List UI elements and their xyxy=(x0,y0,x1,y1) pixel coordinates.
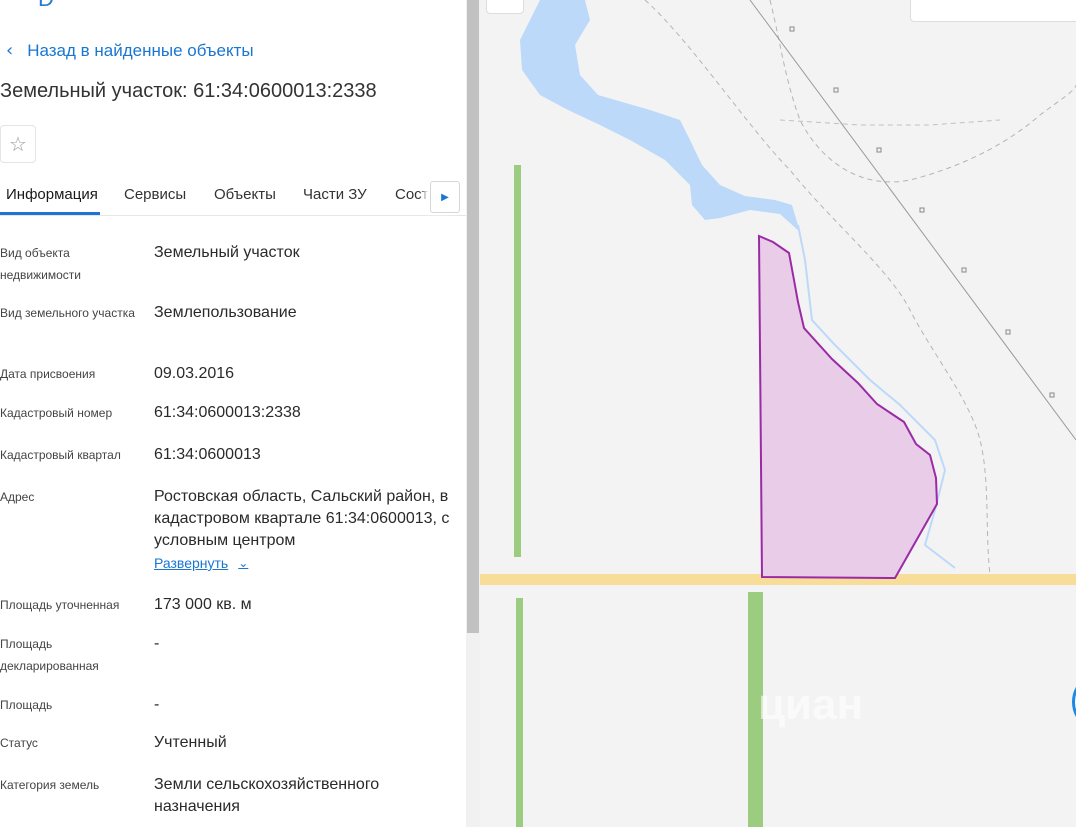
field-strip xyxy=(514,165,521,557)
power-pole xyxy=(833,87,839,93)
logo-icon: D xyxy=(38,0,54,12)
power-pole xyxy=(1049,392,1055,398)
field-value: Землепользование xyxy=(154,304,297,321)
power-pole xyxy=(961,267,967,273)
caret-right-icon: ▶ xyxy=(441,191,449,203)
dashed-path-3 xyxy=(779,119,1001,126)
power-pole xyxy=(789,26,795,32)
field-value: Учтенный xyxy=(154,734,227,751)
field-label: Кадастровый квартал xyxy=(0,448,121,462)
tab-bar: Информация Сервисы Объекты Части ЗУ Сост… xyxy=(0,176,466,216)
expand-address-link[interactable]: Развернуть ⌄ xyxy=(154,555,248,571)
field-value: 61:34:0600013 xyxy=(154,446,261,463)
field-value: Ростовская область, Сальский район, в ка… xyxy=(154,488,450,549)
back-to-results-link[interactable]: ‹ Назад в найденные объекты xyxy=(6,40,254,61)
star-icon: ☆ xyxy=(9,132,27,156)
panel-scrollbar-thumb[interactable] xyxy=(467,0,479,633)
power-pole xyxy=(1005,329,1011,335)
field-label: Вид земельного участка xyxy=(0,306,135,320)
field-label: Статус xyxy=(0,736,38,750)
field-label: Адрес xyxy=(0,490,35,504)
field-value: - xyxy=(154,635,160,652)
field-label: Кадастровый номер xyxy=(0,406,113,420)
map-view[interactable]: циан xyxy=(480,0,1076,827)
field-value: 09.03.2016 xyxy=(154,365,235,382)
tabs-scroll-right-button[interactable]: ▶ xyxy=(430,181,460,213)
back-link-label: Назад в найденные объекты xyxy=(27,40,254,60)
field-value: Земельный участок xyxy=(154,244,300,261)
field-label: Площадь уточненная xyxy=(0,598,120,612)
favorite-button[interactable]: ☆ xyxy=(0,125,36,163)
field-value: 61:34:0600013:2338 xyxy=(154,404,301,421)
map-search-box[interactable] xyxy=(910,0,1076,22)
chevron-left-icon: ‹ xyxy=(6,40,14,61)
power-pole xyxy=(919,207,925,213)
field-label: Площадь xyxy=(0,698,53,712)
field-label: Категория земель xyxy=(0,778,100,792)
map-zoom-control[interactable] xyxy=(486,0,524,14)
watermark-text: циан xyxy=(758,680,864,729)
field-value: - xyxy=(154,696,160,713)
tab-services[interactable]: Сервисы xyxy=(124,186,186,203)
tab-parts[interactable]: Части ЗУ xyxy=(303,186,367,203)
tab-information[interactable]: Информация xyxy=(6,186,98,203)
active-tab-indicator xyxy=(0,212,100,215)
field-value: 173 000 кв. м xyxy=(154,596,252,613)
expand-label: Развернуть xyxy=(154,555,229,571)
field-label: Дата присвоения xyxy=(0,367,96,381)
power-pole xyxy=(876,147,882,153)
field-label: Площадь декларированная xyxy=(0,637,99,673)
info-panel: D ‹ Назад в найденные объекты Земельный … xyxy=(0,0,466,827)
field-label: Вид объекта недвижимости xyxy=(0,246,81,282)
field-value: Земли сельскохозяйственного назначения xyxy=(154,776,380,815)
dashed-path-2 xyxy=(769,0,1076,183)
tab-objects[interactable]: Объекты xyxy=(214,186,276,203)
river xyxy=(520,0,800,232)
page-title: Земельный участок: 61:34:0600013:2338 xyxy=(0,80,377,102)
land-parcel xyxy=(757,234,939,580)
chevron-down-icon: ⌄ xyxy=(238,556,249,570)
field-strip xyxy=(516,598,523,827)
